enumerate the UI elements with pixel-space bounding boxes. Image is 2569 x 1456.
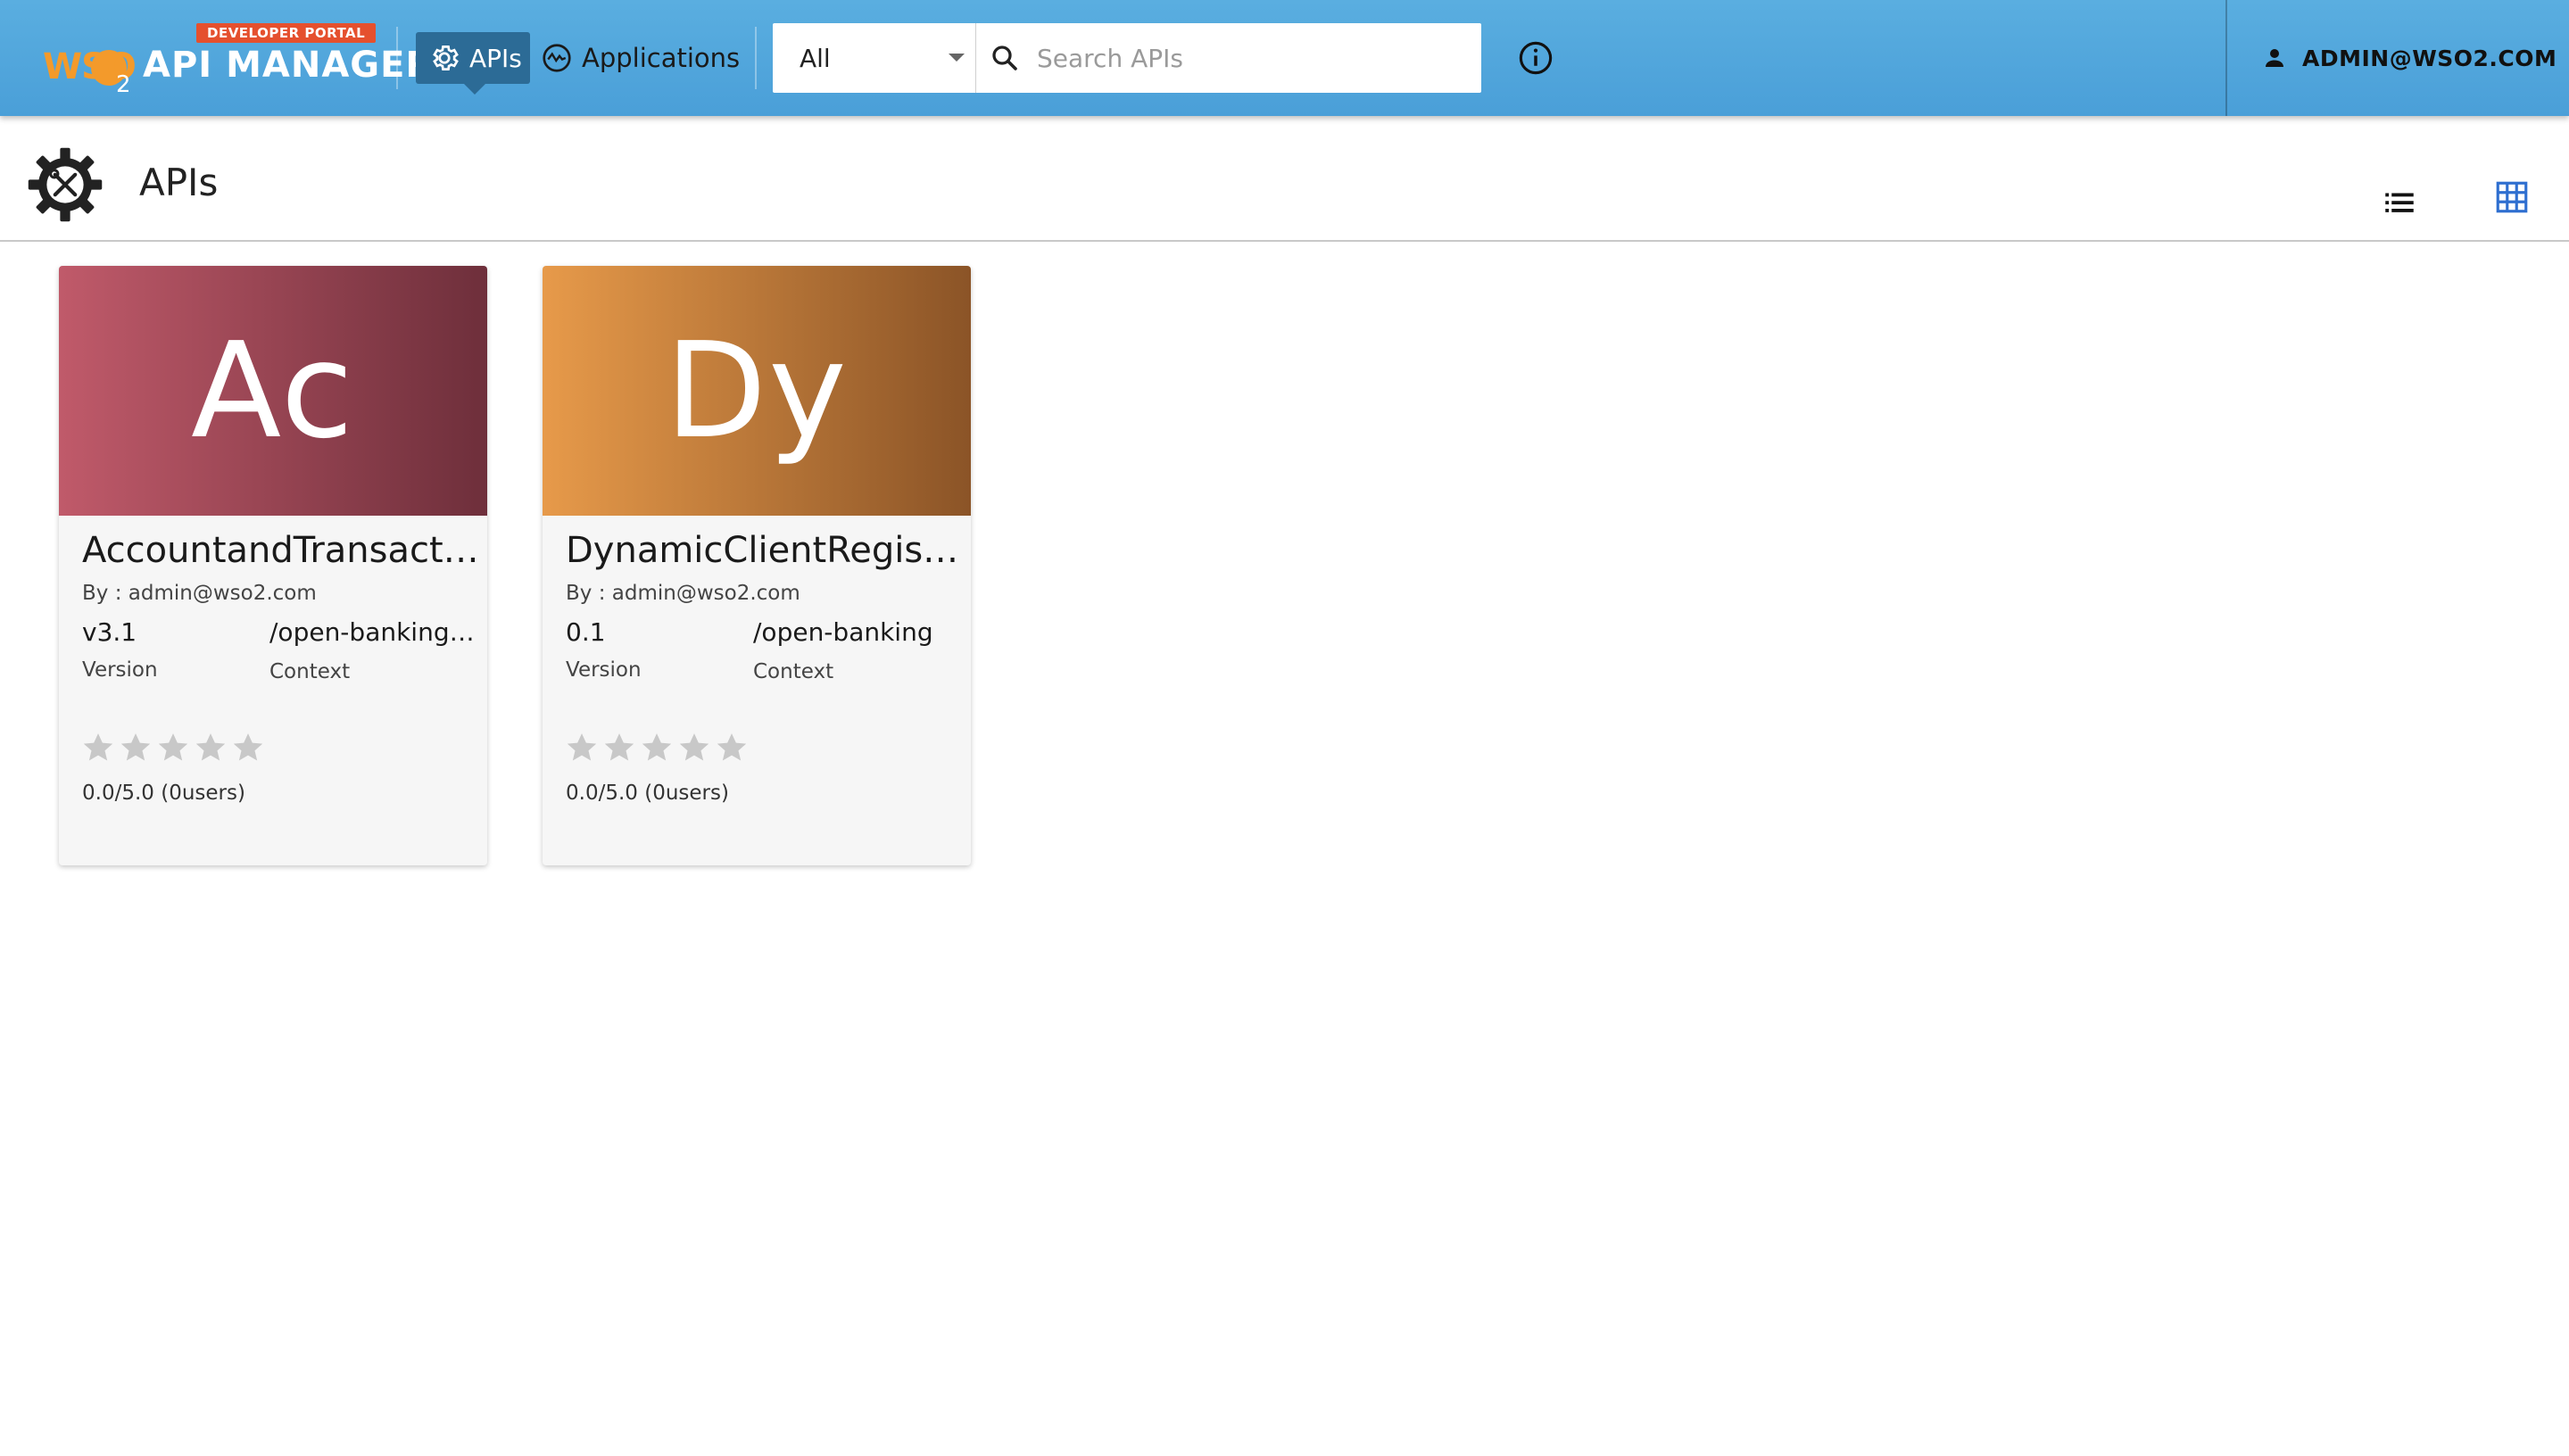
star-rating (80, 730, 268, 765)
api-context: /open-banking/{version}/aisp (269, 617, 478, 647)
nav-applications-button[interactable]: Applications (541, 32, 740, 84)
page-title: APIs (139, 161, 219, 204)
user-menu-button[interactable]: ADMIN@WSO2.COM (2225, 0, 2569, 116)
api-thumbnail[interactable]: Dy (543, 266, 971, 516)
header-divider (396, 27, 398, 89)
api-rating-text: 0.0/5.0 (0users) (82, 782, 245, 805)
api-context-label: Context (269, 660, 351, 683)
developer-portal-badge: DEVELOPER PORTAL (196, 23, 377, 43)
star-icon[interactable] (564, 730, 600, 765)
search-icon (992, 46, 1017, 70)
wso2-logo-subscript: 2 (116, 71, 131, 98)
star-icon[interactable] (714, 730, 750, 765)
list-view-icon[interactable] (2381, 184, 2418, 221)
api-provider: By : admin@wso2.com (82, 582, 317, 605)
nav-applications-label: Applications (582, 43, 741, 73)
top-app-bar: DEVELOPER PORTAL WSO 2 API MANAGER APIs … (0, 0, 2569, 116)
star-icon[interactable] (601, 730, 637, 765)
chevron-down-icon (949, 54, 965, 62)
info-icon[interactable] (1517, 39, 1554, 77)
api-thumbnail-text: Dy (665, 314, 849, 467)
api-thumbnail[interactable]: Ac (59, 266, 487, 516)
product-name: API MANAGER (143, 45, 435, 86)
api-version-label: Version (566, 658, 642, 682)
api-provider: By : admin@wso2.com (566, 582, 800, 605)
nav-apis-button[interactable]: APIs (416, 32, 530, 95)
star-icon[interactable] (155, 730, 191, 765)
api-thumbnail-text: Ac (190, 314, 355, 467)
page-header: APIs (0, 116, 2569, 242)
api-context: /open-banking (753, 617, 933, 647)
product-logo[interactable]: DEVELOPER PORTAL WSO 2 API MANAGER (43, 20, 433, 100)
search-scope-value: All (800, 43, 831, 73)
star-icon[interactable] (230, 730, 266, 765)
star-icon[interactable] (118, 730, 153, 765)
search-input[interactable] (1035, 42, 1481, 74)
grid-view-icon[interactable] (2493, 178, 2531, 216)
api-rating-text: 0.0/5.0 (0users) (566, 782, 729, 805)
api-card[interactable]: Ac AccountandTransactionAPI By : admin@w… (59, 266, 487, 865)
star-rating (564, 730, 751, 765)
star-icon[interactable] (639, 730, 675, 765)
star-icon[interactable] (193, 730, 228, 765)
search-field (976, 23, 1481, 93)
api-version: v3.1 (82, 617, 137, 647)
api-version: 0.1 (566, 617, 606, 647)
user-email: ADMIN@WSO2.COM (2302, 45, 2557, 71)
api-card[interactable]: Dy DynamicClientRegistrationAPI By : adm… (543, 266, 971, 865)
api-version-label: Version (82, 658, 158, 682)
search-bar: All (773, 23, 1481, 93)
star-icon[interactable] (80, 730, 116, 765)
api-name-link[interactable]: DynamicClientRegistrationAPI (566, 530, 971, 571)
search-scope-select[interactable]: All (773, 23, 976, 93)
person-icon (2266, 49, 2283, 67)
applications-icon (543, 44, 571, 72)
api-name-link[interactable]: AccountandTransactionAPI (82, 530, 487, 571)
api-tools-gear-icon (28, 147, 103, 222)
gear-icon (433, 46, 459, 70)
api-context-label: Context (753, 660, 834, 683)
star-icon[interactable] (676, 730, 712, 765)
nav-apis-label: APIs (469, 43, 522, 73)
header-divider (755, 27, 757, 89)
